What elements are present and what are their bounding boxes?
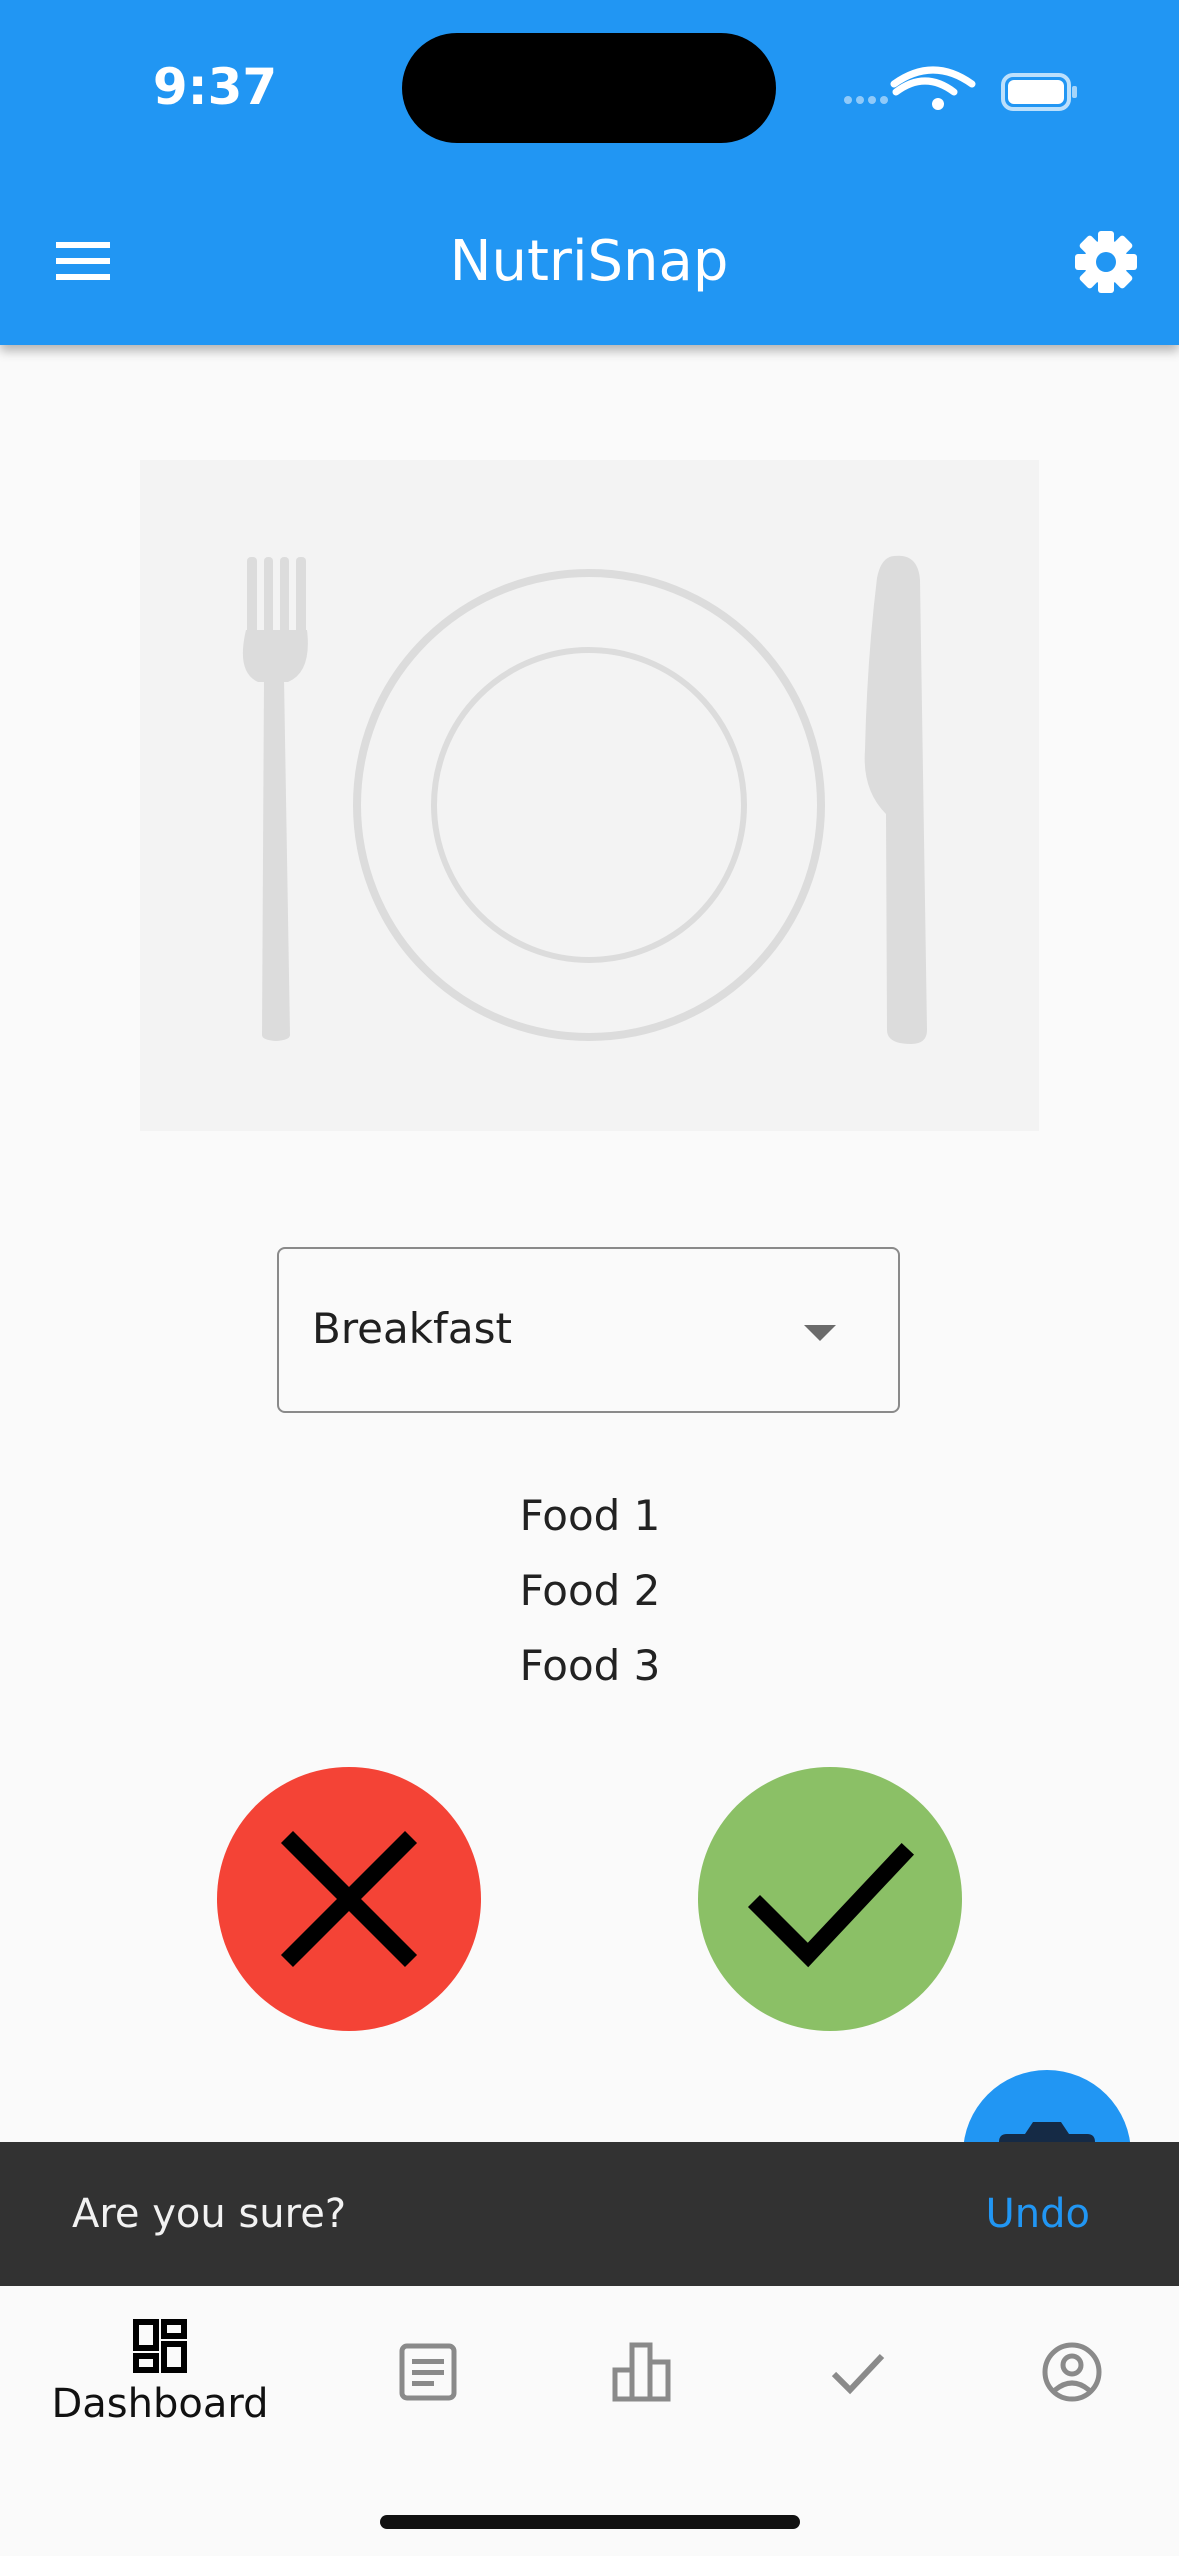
close-x-icon xyxy=(280,1830,418,1968)
accept-button[interactable] xyxy=(698,1767,962,2031)
wifi-icon xyxy=(890,66,976,110)
bar-chart-icon[interactable] xyxy=(610,2340,674,2404)
meal-image-placeholder xyxy=(140,460,1039,1131)
fork-icon xyxy=(242,557,308,1041)
battery-icon xyxy=(1001,73,1077,111)
plate-icon xyxy=(353,569,825,1041)
nav-label-dashboard: Dashboard xyxy=(51,2381,269,2427)
snackbar-message: Are you sure? xyxy=(72,2191,347,2237)
home-indicator xyxy=(380,2515,800,2529)
settings-gear-icon[interactable] xyxy=(1072,228,1140,296)
nav-item-dashboard[interactable]: Dashboard xyxy=(20,2286,300,2446)
reject-button[interactable] xyxy=(217,1767,481,2031)
dropdown-arrow-icon xyxy=(804,1325,836,1341)
dynamic-island xyxy=(402,33,776,143)
dashboard-icon xyxy=(133,2319,187,2373)
status-icons xyxy=(844,66,1077,111)
menu-icon[interactable] xyxy=(52,236,114,286)
snackbar: Are you sure? Undo xyxy=(0,2142,1179,2286)
undo-button[interactable]: Undo xyxy=(940,2184,1091,2244)
food-list-item: Food 3 xyxy=(519,1641,661,1690)
app-bar: 9:37 NutriSnap xyxy=(0,0,1179,345)
signal-icon xyxy=(844,96,888,104)
meal-type-dropdown[interactable]: Breakfast xyxy=(277,1247,900,1413)
account-circle-icon[interactable] xyxy=(1040,2340,1104,2404)
plate-fork-knife-icon xyxy=(242,555,927,1044)
app-title: NutriSnap xyxy=(449,229,729,294)
food-list-item: Food 2 xyxy=(519,1566,661,1615)
food-list-item: Food 1 xyxy=(519,1491,661,1540)
list-article-icon[interactable] xyxy=(398,2342,458,2402)
status-time: 9:37 xyxy=(152,58,278,116)
checkmark-icon xyxy=(747,1842,915,1968)
check-icon[interactable] xyxy=(826,2342,888,2402)
knife-icon xyxy=(864,555,927,1044)
meal-type-selected: Breakfast xyxy=(312,1304,512,1353)
